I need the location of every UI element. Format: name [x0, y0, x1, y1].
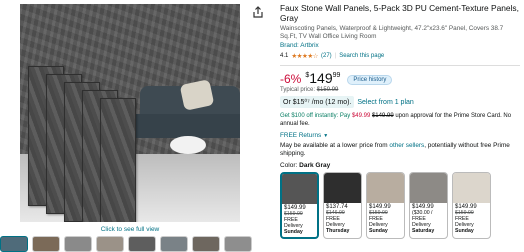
swatch-info: $149.99 $159.99 FREE Delivery Sunday — [453, 203, 490, 236]
product-subtitle: Wainscoting Panels, Waterproof & Lightwe… — [280, 25, 504, 40]
color-swatch[interactable]: $149.99 ($30.00 / FREE Delivery Saturday — [409, 172, 448, 239]
zoom-caption[interactable]: Click to see full view — [0, 226, 260, 233]
swatch-day: Sunday — [284, 229, 303, 235]
price-cents: 99 — [332, 72, 341, 79]
swatch-info: $149.99 ($30.00 / FREE Delivery Saturday — [410, 203, 447, 236]
swatch-image — [282, 174, 317, 204]
product-info: Faux Stone Wall Panels, 5-Pack 3D PU Cem… — [280, 3, 520, 239]
typical-price-value: $159.99 — [316, 87, 339, 93]
rating-value: 4.1 — [280, 53, 289, 59]
swatch-ship: FREE Delivery — [455, 216, 474, 228]
current-price: $ 149 99 — [305, 70, 340, 86]
swatch-image — [324, 173, 361, 203]
price-whole: 149 — [309, 70, 333, 86]
sub-or-label: Or — [283, 99, 291, 106]
swatch-image — [410, 173, 447, 203]
installment-option: Or $15⁰⁷ /mo (12 mo). — [280, 96, 355, 108]
divider — [280, 65, 520, 66]
free-returns-link[interactable]: FREE Returns ▼ — [280, 132, 520, 139]
swatch-info: $137.74 $146.99 FREE Delivery Thursday — [324, 203, 361, 236]
swatch-info: $149.99 $159.99 FREE Delivery Sunday — [282, 204, 317, 237]
stone-panel — [100, 98, 136, 222]
product-gallery: Click to see full view — [0, 0, 270, 252]
swatch-day: Thursday — [326, 228, 350, 234]
subscription-row: Or $15⁰⁷ /mo (12 mo). Select from 1 plan — [280, 96, 520, 108]
separator: | — [334, 53, 337, 59]
swatch-ship: FREE Delivery — [284, 217, 303, 229]
color-swatch[interactable]: $149.99 $159.99 FREE Delivery Sunday — [280, 172, 319, 239]
swatch-ship: FREE Delivery — [326, 216, 345, 228]
swatch-day: Sunday — [455, 228, 474, 234]
color-swatches: $149.99 $159.99 FREE Delivery Sunday $13… — [280, 172, 520, 239]
swatch-ship: FREE Delivery — [412, 216, 431, 228]
other-sellers-link[interactable]: other sellers — [389, 142, 424, 149]
swatch-info: $149.99 $159.99 FREE Delivery Sunday — [367, 203, 404, 236]
select-plan-link[interactable]: Select from 1 plan — [357, 99, 413, 106]
swatch-day: Saturday — [412, 228, 435, 234]
color-label: Color: — [280, 162, 298, 169]
promo-text: Get $100 off instantly: Pay $49.99 $149.… — [280, 112, 520, 128]
swatch-image — [453, 173, 490, 203]
installment-price: $15⁰⁷ /mo (12 mo). — [292, 99, 352, 106]
typical-price: Typical price: $159.99 — [280, 87, 520, 93]
price-row: -6% $ 149 99 Price history — [280, 70, 520, 86]
color-selector-label: Color: Dark Gray — [280, 162, 520, 169]
swatch-day: Sunday — [369, 228, 388, 234]
color-swatch[interactable]: $137.74 $146.99 FREE Delivery Thursday — [323, 172, 362, 239]
chevron-down-icon: ▼ — [323, 132, 329, 139]
promo-new-price: $49.99 — [351, 113, 371, 119]
promo-old-price: $149.99 — [371, 113, 394, 119]
avail-text: May be available at a lower price from — [280, 142, 388, 149]
selected-color: Dark Gray — [299, 162, 331, 169]
main-product-image[interactable] — [20, 4, 240, 222]
coffee-table — [170, 136, 206, 154]
product-title: Faux Stone Wall Panels, 5-Pack 3D PU Cem… — [280, 3, 519, 23]
sofa-seat — [130, 114, 240, 138]
returns-label: FREE Returns — [280, 132, 322, 139]
brand-link[interactable]: Brand: Artbrix — [280, 42, 520, 49]
swatch-ship: FREE Delivery — [369, 216, 388, 228]
thumbnail-strip — [0, 236, 252, 252]
rating-row: 4.1 ★★★★☆ (27) | Search this page — [280, 52, 520, 60]
price-history-button[interactable]: Price history — [347, 75, 393, 85]
share-icon[interactable] — [252, 6, 264, 18]
availability-text: May be available at a lower price from o… — [280, 142, 520, 158]
swatch-image — [367, 173, 404, 203]
color-swatch[interactable]: $149.99 $159.99 FREE Delivery Sunday — [452, 172, 491, 239]
color-swatch[interactable]: $149.99 $159.99 FREE Delivery Sunday — [366, 172, 405, 239]
star-rating-icon[interactable]: ★★★★☆ — [291, 52, 318, 60]
typical-label: Typical price: — [280, 87, 316, 93]
review-count-link[interactable]: (27) — [321, 53, 332, 59]
discount-percent: -6% — [280, 72, 302, 86]
search-page-link[interactable]: Search this page — [339, 53, 384, 59]
promo-lead: Get $100 off instantly: Pay — [280, 113, 351, 119]
